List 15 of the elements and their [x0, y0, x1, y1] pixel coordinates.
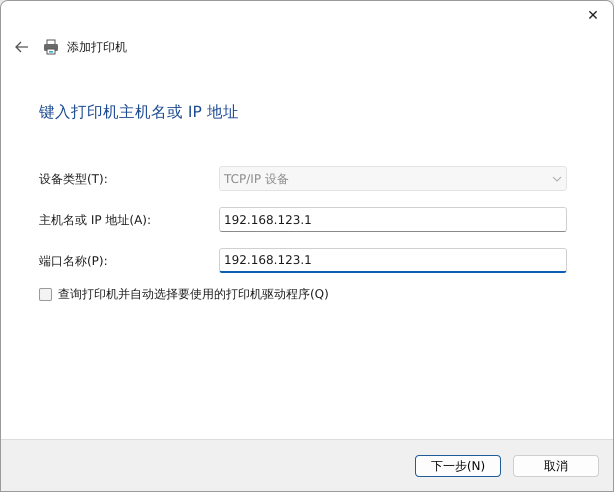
checkbox-label: 查询打印机并自动选择要使用的打印机驱动程序(Q) — [58, 286, 329, 304]
dialog-button[interactable]: 下一步(N) — [415, 454, 501, 476]
printer-icon — [43, 39, 59, 55]
field-label: 主机名或 IP 地址(A): — [39, 212, 152, 229]
field-label: 端口名称(P): — [39, 252, 109, 270]
back-icon — [15, 41, 29, 53]
window-title: 添加打印机 — [67, 39, 127, 56]
close-button[interactable]: ✕ — [573, 1, 613, 31]
input-field[interactable]: 192.168.123.1 — [219, 207, 567, 232]
dialog-button[interactable]: 取消 — [513, 454, 599, 476]
chevron-down-icon — [552, 176, 562, 182]
field-label: 设备类型(T): — [39, 170, 109, 188]
checkbox[interactable] — [39, 288, 52, 301]
page-heading: 键入打印机主机名或 IP 地址 — [39, 102, 240, 123]
input-field[interactable]: 192.168.123.1 — [219, 248, 567, 274]
